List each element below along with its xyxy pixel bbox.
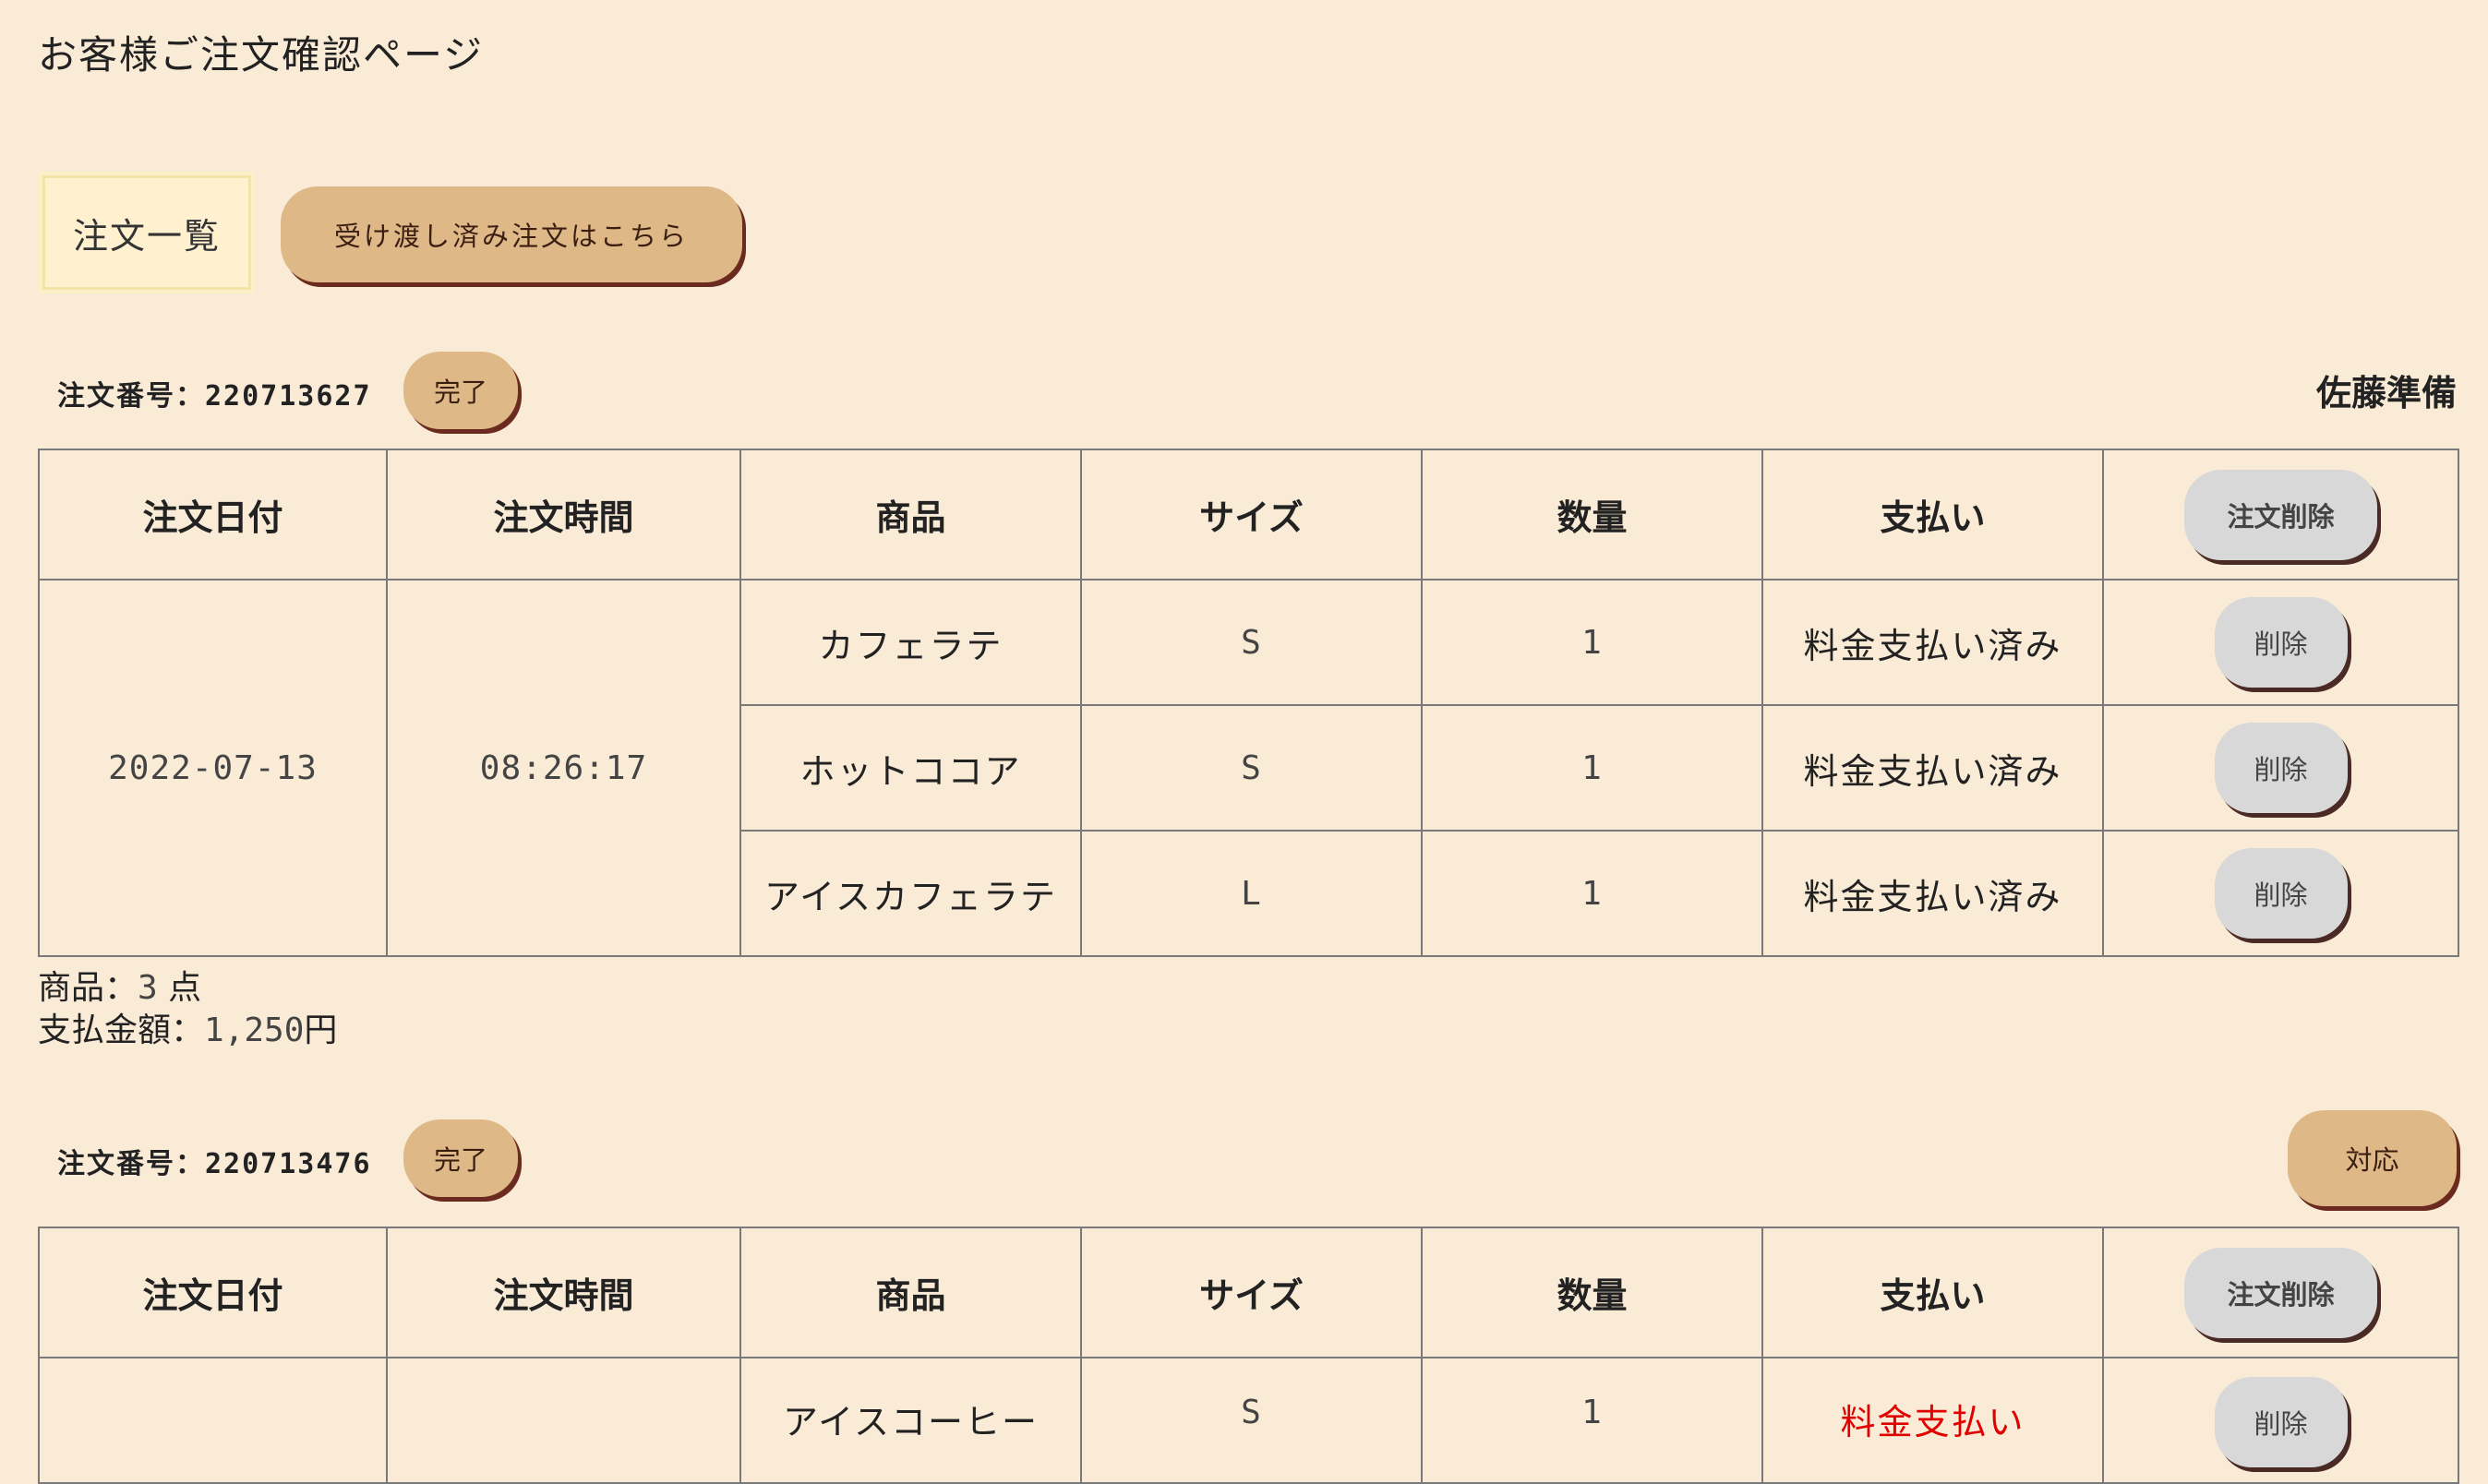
delete-item-button[interactable]: 削除 [2214, 1377, 2348, 1467]
table-row: 2022-07-13 08:26:17 カフェラテ S 1 料金支払い済み 削除 [38, 579, 2459, 957]
delivered-orders-button[interactable]: 受け渡し済み注文はこちら [281, 186, 742, 282]
header-size: サイズ [1080, 449, 1423, 580]
header-payment: 支払い [1761, 449, 2104, 580]
payment-status: 料金支払い済み [1761, 704, 2104, 832]
order-date: 2022-07-13 [38, 579, 388, 957]
complete-button[interactable]: 完了 [403, 1119, 518, 1197]
order-number: 注文番号：220713476 [57, 1141, 372, 1181]
header-order-time: 注文時間 [386, 1227, 741, 1358]
table-header-row: 注文日付 注文時間 商品 サイズ 数量 支払い 注文削除 [38, 449, 2459, 580]
header-order-date: 注文日付 [38, 1227, 388, 1358]
product-name: ホットココア [739, 704, 1082, 832]
header-size: サイズ [1080, 1227, 1423, 1358]
respond-button[interactable]: 対応 [2288, 1110, 2457, 1206]
payment-status: 料金支払い済み [1761, 830, 2104, 957]
action-cell: 削除 [2102, 704, 2459, 832]
item-count: 商品：3 点 [38, 967, 337, 1010]
product-quantity: 1 [1421, 1357, 1763, 1484]
product-name: アイスカフェラテ [739, 830, 1082, 957]
header-quantity: 数量 [1421, 1227, 1763, 1358]
order-table: 注文日付 注文時間 商品 サイズ 数量 支払い 注文削除 アイスコーヒー S 1… [38, 1227, 2459, 1484]
table-header-row: 注文日付 注文時間 商品 サイズ 数量 支払い 注文削除 [38, 1227, 2459, 1358]
order-number-label: 注文番号： [57, 1148, 205, 1180]
order-number-label: 注文番号： [57, 380, 205, 413]
product-name: アイスコーヒー [739, 1357, 1082, 1484]
page-title: お客様ご注文確認ページ [38, 32, 485, 78]
order-summary: 商品：3 点 支払金額：1,250円 [38, 967, 337, 1052]
order-time [386, 1357, 741, 1484]
total-amount: 支払金額：1,250円 [38, 1010, 337, 1052]
header-order-date: 注文日付 [38, 449, 388, 580]
product-size: S [1080, 704, 1423, 832]
action-cell: 削除 [2102, 1357, 2459, 1484]
tab-order-list[interactable]: 注文一覧 [42, 175, 251, 290]
total-amount-unit: 円 [304, 1011, 338, 1049]
table-row: アイスコーヒー S 1 料金支払い 削除 [38, 1357, 2459, 1484]
delete-item-button[interactable]: 削除 [2214, 723, 2348, 813]
header-product: 商品 [739, 449, 1082, 580]
product-name: カフェラテ [739, 579, 1082, 706]
item-count-value: 3 [138, 969, 158, 1007]
delete-item-button[interactable]: 削除 [2214, 597, 2348, 688]
staff-name: 佐藤準備 [2315, 373, 2457, 413]
delete-item-button[interactable]: 削除 [2214, 848, 2348, 939]
action-cell: 削除 [2102, 579, 2459, 706]
order-number: 注文番号：220713627 [57, 373, 372, 413]
total-amount-label: 支払金額： [38, 1011, 205, 1049]
product-quantity: 1 [1421, 704, 1763, 832]
product-size: L [1080, 830, 1423, 957]
header-payment: 支払い [1761, 1227, 2104, 1358]
header-action: 注文削除 [2102, 449, 2459, 580]
item-count-label: 商品： [38, 969, 138, 1007]
order-number-value: 220713476 [205, 1148, 372, 1180]
payment-status: 料金支払い [1761, 1357, 2104, 1484]
header-quantity: 数量 [1421, 449, 1763, 580]
product-size: S [1080, 579, 1423, 706]
total-amount-value: 1,250 [204, 1011, 305, 1049]
product-size: S [1080, 1357, 1423, 1484]
order-date [38, 1357, 388, 1484]
order-number-value: 220713627 [205, 380, 372, 413]
item-count-unit: 点 [157, 969, 202, 1007]
delete-order-button[interactable]: 注文削除 [2184, 1247, 2377, 1338]
order-table: 注文日付 注文時間 商品 サイズ 数量 支払い 注文削除 2022-07-13 … [38, 449, 2459, 957]
header-product: 商品 [739, 1227, 1082, 1358]
order-time: 08:26:17 [386, 579, 741, 957]
delete-order-button[interactable]: 注文削除 [2184, 469, 2377, 560]
complete-button[interactable]: 完了 [403, 352, 518, 429]
payment-status: 料金支払い済み [1761, 579, 2104, 706]
product-quantity: 1 [1421, 579, 1763, 706]
header-action: 注文削除 [2102, 1227, 2459, 1358]
action-cell: 削除 [2102, 830, 2459, 957]
header-order-time: 注文時間 [386, 449, 741, 580]
product-quantity: 1 [1421, 830, 1763, 957]
